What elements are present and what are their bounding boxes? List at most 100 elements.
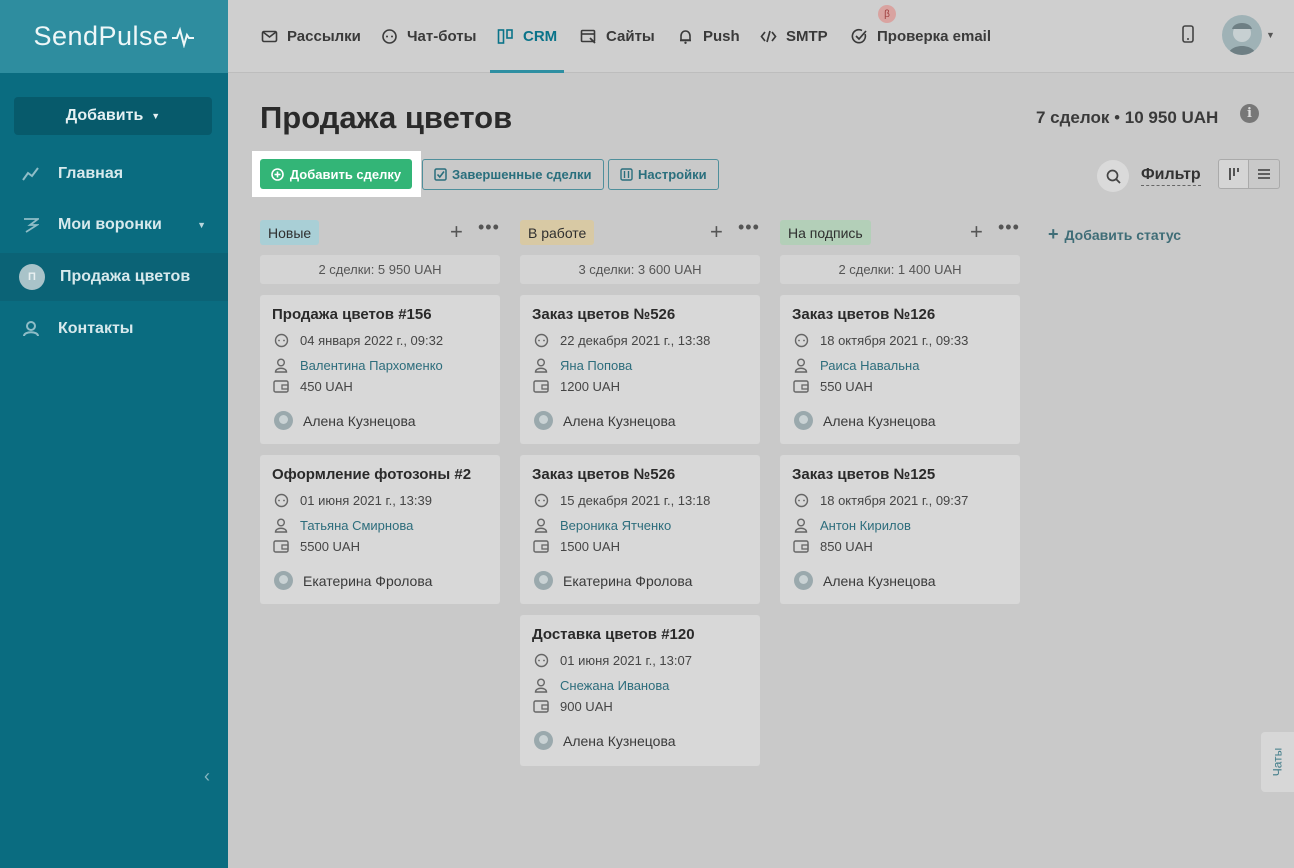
deal-date-row: 15 декабря 2021 г., 13:18 [532, 492, 710, 508]
person-icon [532, 517, 550, 533]
chat-bubble-icon [382, 29, 397, 44]
deal-title[interactable]: Оформление фотозоны #2 [272, 466, 471, 483]
bell-icon [680, 30, 691, 44]
deal-amount: 550 UAH [820, 378, 873, 394]
deal-contact-link[interactable]: Снежана Иванова [560, 678, 669, 693]
deal-title[interactable]: Заказ цветов №526 [532, 306, 675, 323]
deal-contact-link[interactable]: Татьяна Смирнова [300, 518, 413, 533]
deal-card[interactable]: Заказ цветов №126 18 октября 2021 г., 09:… [780, 295, 1020, 444]
deal-contact-link[interactable]: Раиса Навальна [820, 358, 919, 373]
sidebar-item-label: Мои воронки [58, 216, 162, 233]
status-tag[interactable]: Новые [260, 220, 320, 245]
more-icon[interactable]: ••• [478, 217, 500, 238]
tab-label: SMTP [786, 28, 828, 45]
deal-card[interactable]: Заказ цветов №125 18 октября 2021 г., 09:… [780, 455, 1020, 604]
deal-card[interactable]: Доставка цветов #120 01 июня 2021 г., 13:… [520, 615, 760, 766]
list-view-button[interactable] [1249, 159, 1280, 189]
add-deal-plus-icon[interactable]: + [450, 221, 463, 243]
deal-amount-row: 550 UAH [792, 378, 873, 394]
deal-contact-link[interactable]: Антон Кирилов [820, 518, 911, 533]
chats-tab[interactable]: Чаты [1261, 732, 1294, 792]
filter-link[interactable]: Фильтр [1141, 166, 1201, 186]
sidebar-item-home[interactable]: Главная [0, 150, 228, 198]
search-button[interactable] [1097, 160, 1129, 192]
code-icon [760, 30, 777, 43]
owner-avatar [274, 571, 293, 590]
user-avatar-icon [1228, 23, 1256, 55]
sidebar-item-flower-sales[interactable]: П Продажа цветов [0, 253, 228, 301]
chats-tab-label: Чаты [1270, 747, 1285, 777]
deal-amount: 850 UAH [820, 538, 873, 554]
chat-time-icon [532, 332, 550, 348]
completed-deals-button[interactable]: Завершенные сделки [422, 159, 604, 190]
deal-owner: Алена Кузнецова [274, 411, 416, 430]
deal-card[interactable]: Заказ цветов №526 22 декабря 2021 г., 13:… [520, 295, 760, 444]
chat-time-icon [792, 492, 810, 508]
deal-date-row: 18 октября 2021 г., 09:33 [792, 332, 968, 348]
status-tag[interactable]: В работе [520, 220, 595, 245]
more-icon[interactable]: ••• [998, 217, 1020, 238]
tab-mailings[interactable]: Рассылки [261, 0, 361, 73]
phone-icon[interactable] [1179, 24, 1197, 44]
deal-title[interactable]: Доставка цветов #120 [532, 626, 695, 643]
deal-owner: Екатерина Фролова [534, 571, 692, 590]
tab-smtp[interactable]: SMTP [760, 0, 828, 73]
user-avatar[interactable] [1222, 15, 1262, 55]
deal-title[interactable]: Заказ цветов №125 [792, 466, 935, 483]
owner-name: Алена Кузнецова [303, 412, 416, 429]
wallet-icon [532, 538, 550, 554]
deal-card[interactable]: Заказ цветов №526 15 декабря 2021 г., 13:… [520, 455, 760, 604]
settings-button[interactable]: Настройки [608, 159, 719, 190]
tab-label: Сайты [606, 28, 655, 45]
deal-date: 04 января 2022 г., 09:32 [300, 332, 444, 348]
plus-circle-icon [271, 167, 284, 181]
deal-card[interactable]: Продажа цветов #156 04 января 2022 г., 09… [260, 295, 500, 444]
deal-title[interactable]: Заказ цветов №126 [792, 306, 935, 323]
sidebar-item-funnels[interactable]: Мои воронки ▼ [0, 201, 228, 249]
deal-amount-row: 850 UAH [792, 538, 873, 554]
owner-avatar [534, 411, 553, 430]
add-deal-plus-icon[interactable]: + [710, 221, 723, 243]
sidebar-add-button[interactable]: Добавить ▼ [14, 97, 212, 135]
settings-label: Настройки [638, 167, 707, 182]
add-status-button[interactable]: + Добавить статус [1048, 224, 1181, 245]
deal-date: 18 октября 2021 г., 09:33 [820, 332, 969, 348]
add-deal-button[interactable]: Добавить сделку [260, 159, 412, 189]
column-header-to-sign: На подпись + ••• [780, 217, 1020, 245]
person-icon [272, 517, 290, 533]
more-icon[interactable]: ••• [738, 217, 760, 238]
deal-owner: Алена Кузнецова [794, 411, 936, 430]
chat-time-icon [532, 492, 550, 508]
deal-contact-link[interactable]: Яна Попова [560, 358, 632, 373]
deal-title[interactable]: Заказ цветов №526 [532, 466, 675, 483]
person-icon [532, 677, 550, 693]
owner-name: Алена Кузнецова [563, 412, 676, 429]
chevron-down-icon[interactable]: ▼ [1266, 30, 1275, 40]
add-status-label: Добавить статус [1064, 226, 1182, 243]
person-icon [792, 357, 810, 373]
kanban-view-button[interactable] [1218, 159, 1249, 189]
person-icon [792, 517, 810, 533]
tab-sites[interactable]: Сайты [580, 0, 655, 73]
sidebar-add-label: Добавить [65, 107, 144, 124]
tab-email-verification[interactable]: Проверка email [851, 0, 991, 73]
add-deal-plus-icon[interactable]: + [970, 221, 983, 243]
deal-contact-row: Яна Попова [532, 357, 632, 373]
status-tag[interactable]: На подпись [780, 220, 871, 245]
chat-time-icon [532, 652, 550, 668]
sidebar-item-contacts[interactable]: Контакты [0, 305, 228, 353]
deal-title[interactable]: Продажа цветов #156 [272, 306, 432, 323]
tab-label: Чат-боты [407, 28, 477, 45]
owner-avatar [534, 571, 553, 590]
tab-chatbots[interactable]: Чат-боты [381, 0, 476, 73]
tab-push[interactable]: Push [677, 0, 740, 73]
logo[interactable]: SendPulse [0, 0, 228, 73]
deal-contact-link[interactable]: Валентина Пархоменко [300, 358, 443, 373]
collapse-sidebar-icon[interactable]: ‹ [204, 766, 210, 787]
tab-crm[interactable]: CRM [489, 0, 565, 73]
deal-amount-row: 450 UAH [272, 378, 353, 394]
info-icon[interactable]: i [1240, 104, 1259, 123]
deal-card[interactable]: Оформление фотозоны #2 01 июня 2021 г., 1… [260, 455, 500, 604]
deal-contact-link[interactable]: Вероника Ятченко [560, 518, 671, 533]
deal-contact-row: Валентина Пархоменко [272, 357, 443, 373]
